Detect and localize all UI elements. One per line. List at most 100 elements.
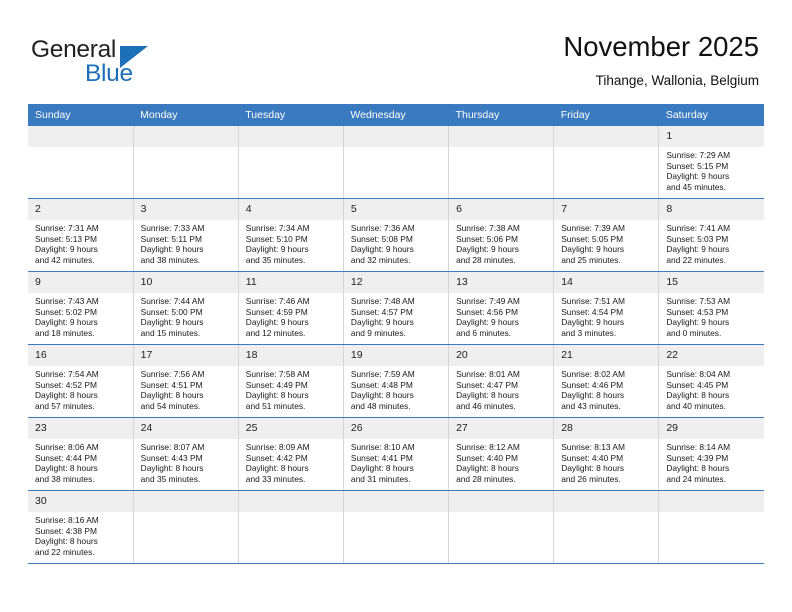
day-detail-sunrise: Sunrise: 7:38 AM	[456, 223, 520, 233]
day-detail-sunrise: Sunrise: 8:02 AM	[561, 369, 625, 379]
day-detail-daylight2: and 31 minutes.	[350, 474, 411, 485]
day-detail-sunset: Sunset: 5:00 PM	[140, 306, 203, 317]
calendar-cell-day[interactable]: 26 Sunrise: 8:10 AM Sunset: 4:41 PM Dayligh…	[343, 417, 450, 491]
cell-inner: 10 Sunrise: 7:44 AM Sunset: 5:00 PM Dayligh…	[133, 272, 238, 344]
day-details: Sunrise: 8:06 AM Sunset: 4:44 PM Daylight:…	[28, 439, 133, 485]
cell-inner: 11 Sunrise: 7:46 AM Sunset: 4:59 PM Dayligh…	[238, 272, 343, 344]
day-details: Sunrise: 8:02 AM Sunset: 4:46 PM Daylight:…	[554, 366, 658, 412]
cell-inner: 28 Sunrise: 8:13 AM Sunset: 4:40 PM Dayligh…	[554, 418, 659, 490]
calendar-cell-day[interactable]: 15 Sunrise: 7:53 AM Sunset: 4:53 PM Dayligh…	[658, 271, 764, 345]
cell-inner	[238, 126, 343, 198]
calendar-cell-day[interactable]: 1 Sunrise: 7:29 AM Sunset: 5:15 PM Daylight…	[658, 126, 764, 199]
day-number: 20	[449, 345, 554, 366]
calendar-cell-day[interactable]: 20 Sunrise: 8:01 AM Sunset: 4:47 PM Dayligh…	[448, 344, 555, 418]
day-details: Sunrise: 7:56 AM Sunset: 4:51 PM Daylight:…	[134, 366, 238, 412]
calendar-cell-day[interactable]: 30 Sunrise: 8:16 AM Sunset: 4:38 PM Dayligh…	[28, 490, 134, 564]
day-number: 21	[554, 345, 659, 366]
calendar-cell-day[interactable]: 10 Sunrise: 7:44 AM Sunset: 5:00 PM Dayligh…	[133, 271, 239, 345]
cell-inner	[343, 491, 449, 563]
day-detail-sunset: Sunset: 4:48 PM	[350, 379, 413, 390]
cell-inner: 21 Sunrise: 8:02 AM Sunset: 4:46 PM Dayligh…	[554, 345, 659, 417]
calendar-cell-empty	[238, 490, 344, 564]
calendar-cell-day[interactable]: 11 Sunrise: 7:46 AM Sunset: 4:59 PM Dayligh…	[238, 271, 344, 345]
cell-inner: 3 Sunrise: 7:33 AM Sunset: 5:11 PM Daylight…	[133, 199, 238, 271]
calendar-header-row: Sunday Monday Tuesday Wednesday Thursday Frid…	[28, 104, 764, 126]
cell-inner	[343, 126, 449, 198]
day-detail-sunrise: Sunrise: 8:14 AM	[666, 442, 731, 452]
day-detail-sunset: Sunset: 4:38 PM	[35, 525, 97, 536]
calendar-cell-day[interactable]: 2 Sunrise: 7:31 AM Sunset: 5:13 PM Daylight…	[28, 198, 134, 272]
cell-inner: 19 Sunrise: 7:59 AM Sunset: 4:48 PM Dayligh…	[343, 345, 449, 417]
day-detail-sunset: Sunset: 4:40 PM	[456, 452, 518, 463]
calendar-cell-day[interactable]: 14 Sunrise: 7:51 AM Sunset: 4:54 PM Dayligh…	[553, 271, 660, 345]
calendar-cell-day[interactable]: 4 Sunrise: 7:34 AM Sunset: 5:10 PM Daylight…	[238, 198, 344, 272]
day-number: 3	[133, 199, 238, 220]
calendar-cell-day[interactable]: 16 Sunrise: 7:54 AM Sunset: 4:52 PM Dayligh…	[28, 344, 134, 418]
weekday-header-wednesday: Wednesday	[343, 104, 449, 126]
calendar-cell-day[interactable]: 9 Sunrise: 7:43 AM Sunset: 5:02 PM Daylight…	[28, 271, 134, 345]
day-number: 18	[238, 345, 343, 366]
day-detail-sunset: Sunset: 5:08 PM	[350, 233, 413, 244]
day-detail-daylight2: and 38 minutes.	[140, 255, 201, 266]
day-detail-daylight1: Daylight: 8 hours	[350, 463, 414, 474]
day-detail-daylight2: and 57 minutes.	[35, 401, 95, 412]
calendar-cell-empty	[553, 490, 660, 564]
day-detail-daylight1: Daylight: 9 hours	[666, 171, 730, 182]
calendar-cell-day[interactable]: 21 Sunrise: 8:02 AM Sunset: 4:46 PM Dayligh…	[553, 344, 660, 418]
day-detail-daylight1: Daylight: 8 hours	[140, 390, 204, 401]
day-detail-sunset: Sunset: 4:47 PM	[456, 379, 518, 390]
day-detail-sunset: Sunset: 5:15 PM	[666, 160, 729, 171]
calendar-cell-day[interactable]: 25 Sunrise: 8:09 AM Sunset: 4:42 PM Dayligh…	[238, 417, 344, 491]
calendar-cell-day[interactable]: 19 Sunrise: 7:59 AM Sunset: 4:48 PM Dayligh…	[343, 344, 450, 418]
day-details: Sunrise: 7:51 AM Sunset: 4:54 PM Daylight:…	[554, 293, 658, 339]
day-number: 25	[238, 418, 343, 439]
day-details: Sunrise: 7:38 AM Sunset: 5:06 PM Daylight:…	[449, 220, 553, 266]
general-blue-logo[interactable]: General Blue	[31, 36, 211, 88]
day-detail-daylight2: and 54 minutes.	[140, 401, 201, 412]
cell-inner: 12 Sunrise: 7:48 AM Sunset: 4:57 PM Dayligh…	[343, 272, 449, 344]
calendar-cell-day[interactable]: 8 Sunrise: 7:41 AM Sunset: 5:03 PM Daylight…	[658, 198, 764, 272]
cell-inner: 25 Sunrise: 8:09 AM Sunset: 4:42 PM Dayligh…	[238, 418, 343, 490]
day-detail-daylight2: and 25 minutes.	[561, 255, 621, 266]
calendar-cell-empty	[553, 126, 660, 199]
day-detail-sunrise: Sunrise: 7:34 AM	[245, 223, 310, 233]
day-detail-daylight1: Daylight: 9 hours	[245, 317, 309, 328]
calendar-cell-day[interactable]: 13 Sunrise: 7:49 AM Sunset: 4:56 PM Dayligh…	[448, 271, 555, 345]
day-number: 24	[133, 418, 238, 439]
day-number: 29	[659, 418, 764, 439]
day-detail-daylight2: and 35 minutes.	[140, 474, 201, 485]
day-details: Sunrise: 7:34 AM Sunset: 5:10 PM Daylight:…	[239, 220, 343, 266]
day-detail-daylight1: Daylight: 9 hours	[561, 244, 625, 255]
calendar-cell-day[interactable]: 23 Sunrise: 8:06 AM Sunset: 4:44 PM Dayligh…	[28, 417, 134, 491]
calendar-cell-day[interactable]: 28 Sunrise: 8:13 AM Sunset: 4:40 PM Dayligh…	[553, 417, 660, 491]
calendar-cell-day[interactable]: 18 Sunrise: 7:58 AM Sunset: 4:49 PM Dayligh…	[238, 344, 344, 418]
cell-inner	[238, 491, 343, 563]
day-number	[28, 126, 133, 147]
calendar-cell-day[interactable]: 3 Sunrise: 7:33 AM Sunset: 5:11 PM Daylight…	[133, 198, 239, 272]
day-detail-sunrise: Sunrise: 7:59 AM	[350, 369, 415, 379]
calendar-cell-empty	[658, 490, 764, 564]
day-detail-daylight2: and 40 minutes.	[666, 401, 726, 412]
day-detail-sunrise: Sunrise: 7:53 AM	[666, 296, 731, 306]
title-block: November 2025 Tihange, Wallonia, Belgium	[563, 30, 759, 91]
day-detail-sunset: Sunset: 4:52 PM	[35, 379, 97, 390]
day-detail-sunrise: Sunrise: 8:09 AM	[245, 442, 310, 452]
cell-inner	[133, 126, 238, 198]
day-detail-daylight2: and 9 minutes.	[350, 328, 406, 339]
day-details: Sunrise: 8:13 AM Sunset: 4:40 PM Daylight:…	[554, 439, 658, 485]
day-detail-sunset: Sunset: 5:05 PM	[561, 233, 624, 244]
calendar-cell-day[interactable]: 17 Sunrise: 7:56 AM Sunset: 4:51 PM Dayligh…	[133, 344, 239, 418]
day-detail-daylight1: Daylight: 9 hours	[35, 244, 98, 255]
calendar-cell-day[interactable]: 24 Sunrise: 8:07 AM Sunset: 4:43 PM Dayligh…	[133, 417, 239, 491]
day-details: Sunrise: 7:43 AM Sunset: 5:02 PM Daylight:…	[28, 293, 133, 339]
calendar-cell-day[interactable]: 5 Sunrise: 7:36 AM Sunset: 5:08 PM Daylight…	[343, 198, 450, 272]
calendar-week-row: 9 Sunrise: 7:43 AM Sunset: 5:02 PM Daylight…	[28, 271, 764, 345]
calendar-cell-day[interactable]: 7 Sunrise: 7:39 AM Sunset: 5:05 PM Daylight…	[553, 198, 660, 272]
calendar-cell-day[interactable]: 22 Sunrise: 8:04 AM Sunset: 4:45 PM Dayligh…	[658, 344, 764, 418]
calendar-cell-day[interactable]: 12 Sunrise: 7:48 AM Sunset: 4:57 PM Dayligh…	[343, 271, 450, 345]
calendar-cell-day[interactable]: 27 Sunrise: 8:12 AM Sunset: 4:40 PM Dayligh…	[448, 417, 555, 491]
calendar-cell-day[interactable]: 6 Sunrise: 7:38 AM Sunset: 5:06 PM Daylight…	[448, 198, 555, 272]
day-detail-daylight1: Daylight: 8 hours	[35, 536, 98, 547]
calendar-cell-day[interactable]: 29 Sunrise: 8:14 AM Sunset: 4:39 PM Dayligh…	[658, 417, 764, 491]
day-detail-daylight1: Daylight: 9 hours	[350, 244, 414, 255]
